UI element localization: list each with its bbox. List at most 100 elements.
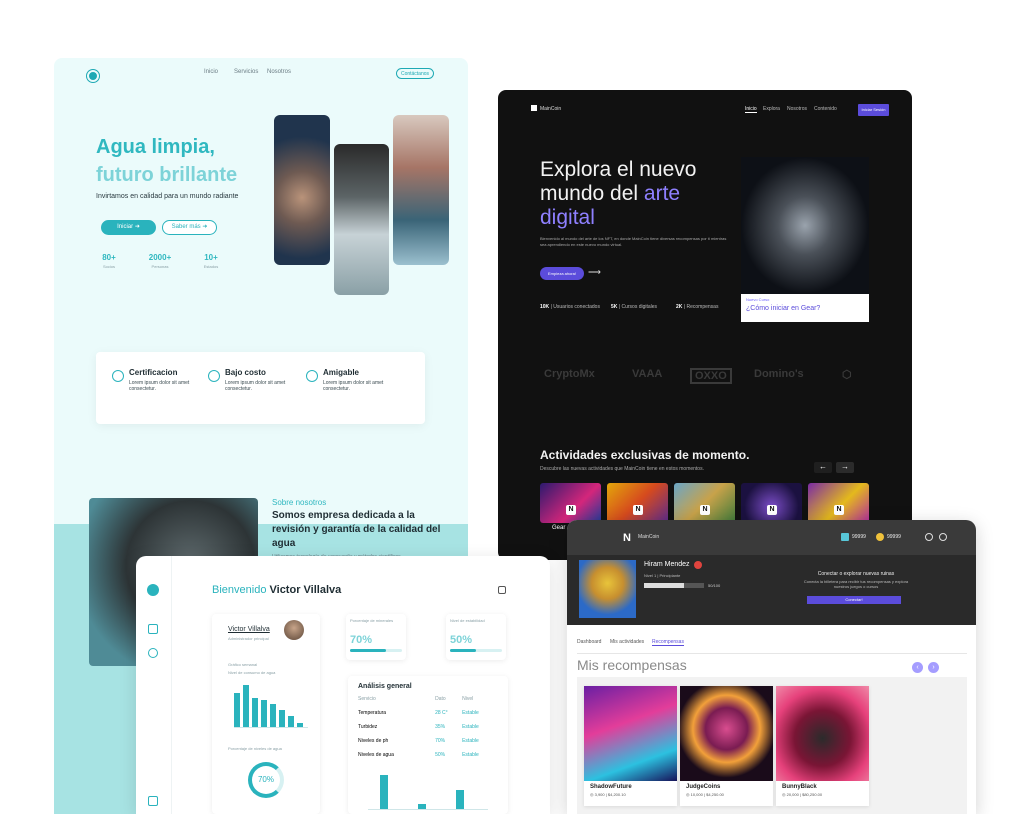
maincoin-badge-icon: N	[834, 505, 844, 515]
learn-more-label: Saber más	[171, 224, 201, 230]
feature-friendly: Amigable Lorem ipsum dolor sit amet cons…	[306, 368, 401, 392]
analysis-card: Análisis general Servicio Dato Nivel Tem…	[348, 676, 508, 814]
donut-title: Porcentaje de niveles de agua	[228, 746, 282, 751]
logout-icon[interactable]	[148, 796, 158, 806]
pouring-water-photo	[334, 144, 389, 295]
reward-price: ◎ 20,000 | $80,250.00	[782, 792, 823, 797]
maincoin-logo-icon[interactable]: N	[623, 532, 631, 544]
nav-link-servicios[interactable]: Servicios	[234, 69, 258, 75]
water-logo-icon[interactable]	[87, 70, 99, 82]
brand-name[interactable]: MainCoin	[540, 106, 561, 112]
activity-thumb[interactable]: N	[607, 483, 668, 523]
settings-icon[interactable]	[925, 533, 933, 541]
cta-button[interactable]: Empieza ahora!	[540, 267, 584, 280]
user-icon[interactable]	[939, 533, 947, 541]
hero-headline-line2: futuro brillante	[96, 164, 238, 186]
about-kicker: Sobre nosotros	[272, 498, 327, 507]
connect-wallet-button[interactable]: Conectar!	[807, 596, 901, 604]
featured-course-card[interactable]: Nuevo Curso ¿Cómo iniciar en Gear?	[741, 294, 869, 322]
feature-desc: Lorem ipsum dolor sit amet consectetur.	[225, 380, 286, 392]
maincoin-badge-icon: N	[700, 505, 710, 515]
nav-link-inicio[interactable]: Inicio	[745, 106, 757, 113]
tab-rewards[interactable]: Recompensas	[652, 639, 684, 646]
column-header: Servicio	[358, 696, 376, 702]
prev-arrow-button[interactable]: ←	[814, 462, 832, 473]
print-icon[interactable]	[498, 586, 506, 594]
avatar[interactable]	[284, 620, 304, 640]
reward-price-coins: 20,000	[786, 792, 799, 797]
nav-link-inicio[interactable]: Inicio	[204, 69, 218, 75]
reward-name: JudgeCoins	[686, 784, 721, 790]
water-logo-icon[interactable]	[147, 584, 159, 596]
stat-label: Personas	[151, 264, 169, 269]
leaf-hand-icon	[306, 370, 318, 382]
coin-icon	[208, 370, 220, 382]
gem-icon	[841, 533, 849, 541]
mini-stat-label: Usuarios conectados	[553, 304, 600, 310]
feature-desc: Lorem ipsum dolor sit amet consectetur.	[323, 380, 384, 392]
data-cell: 28 C°	[435, 710, 448, 716]
profile-nft-avatar[interactable]	[579, 560, 636, 618]
reward-card[interactable]: ShadowFuture ◎ 3,900 | $4,200.10	[584, 686, 677, 806]
next-page-button[interactable]: ›	[928, 662, 939, 673]
kpi-minerals-card: Porcentaje de minerales 70%	[346, 614, 406, 660]
start-button[interactable]: Iniciar ➜	[101, 220, 156, 235]
level-progress-text: 50/100	[708, 583, 721, 588]
partner-logo-vaaa: VAAA	[632, 368, 663, 380]
analysis-bar	[418, 804, 426, 809]
analysis-title: Análisis general	[358, 683, 412, 690]
section-title: Mis recompensas	[575, 657, 687, 673]
tab-dashboard[interactable]: Dashboard	[577, 639, 601, 645]
tab-activities[interactable]: Mis actividades	[610, 639, 644, 645]
feature-certification: Certificacion Lorem ipsum dolor sit amet…	[112, 368, 207, 392]
nav-link-nosotros[interactable]: Nosotros	[787, 106, 807, 112]
stat-label: Estados	[203, 264, 219, 269]
featured-art-image[interactable]	[741, 157, 869, 294]
reward-card[interactable]: JudgeCoins ◎ 10,000 | $4,250.00	[680, 686, 773, 806]
analysis-table: Servicio Dato Nivel Temperatura 28 C° Esta…	[358, 692, 498, 762]
mini-stat: 5K | Cursos digitales	[611, 304, 658, 310]
activity-thumb[interactable]: N	[808, 483, 869, 523]
reward-name: ShadowFuture	[590, 784, 632, 790]
column-header: Nivel	[462, 696, 474, 702]
kpi-title: Porcentaje de minerales	[350, 618, 394, 623]
stat-people: 2000+ Personas	[137, 253, 183, 269]
level-cell: Estable	[462, 710, 479, 716]
reward-price: ◎ 10,000 | $4,250.00	[686, 792, 724, 797]
partner-logo-bull: ⬡	[842, 369, 852, 381]
activity-thumb[interactable]: N	[741, 483, 802, 523]
stat-partners: 80+ Socios	[86, 253, 132, 269]
mini-stat-value: 5K	[611, 304, 618, 310]
partner-logo-cryptomx: CryptoMx	[544, 368, 595, 380]
nav-link-contenido[interactable]: Contenido	[814, 106, 837, 112]
table-row: Niveles de agua 50% Estable	[358, 748, 498, 762]
start-button-label: Iniciar	[117, 224, 134, 230]
reward-card[interactable]: BunnyBlack ◎ 20,000 | $80,250.00	[776, 686, 869, 806]
reward-price-usd: $4,200.10	[607, 792, 626, 797]
login-button[interactable]: Iniciar Sesión	[858, 104, 889, 116]
prev-page-button[interactable]: ‹	[912, 662, 923, 673]
home-icon[interactable]	[148, 624, 158, 634]
weekly-bar	[288, 716, 294, 727]
mini-stat-value: 10K	[540, 304, 550, 310]
hand-water-photo	[274, 115, 330, 265]
contact-button[interactable]: Contáctanos	[396, 68, 434, 79]
service-cell: Niveles de agua	[358, 752, 394, 758]
stat-value: 80+	[102, 253, 116, 262]
learn-more-button[interactable]: Saber más ➜	[162, 220, 217, 235]
nav-link-nosotros[interactable]: Nosotros	[267, 69, 291, 75]
reward-price: ◎ 3,900 | $4,200.10	[590, 792, 626, 797]
next-arrow-button[interactable]: →	[836, 462, 854, 473]
weekly-bar	[297, 723, 303, 727]
kpi-value: 50%	[450, 634, 473, 646]
stat-value: 2000+	[148, 253, 172, 262]
divider	[577, 653, 967, 654]
user-icon[interactable]	[148, 648, 158, 658]
hero-subtitle: Invirtamos en calidad para un mundo radi…	[96, 193, 239, 200]
activity-thumb[interactable]: N	[674, 483, 735, 523]
activity-thumb[interactable]: N	[540, 483, 601, 523]
arrow-right-icon[interactable]: ⟶	[588, 267, 601, 278]
coin-icon	[876, 533, 884, 541]
nav-link-explora[interactable]: Explora	[763, 106, 780, 112]
reward-image	[584, 686, 677, 781]
